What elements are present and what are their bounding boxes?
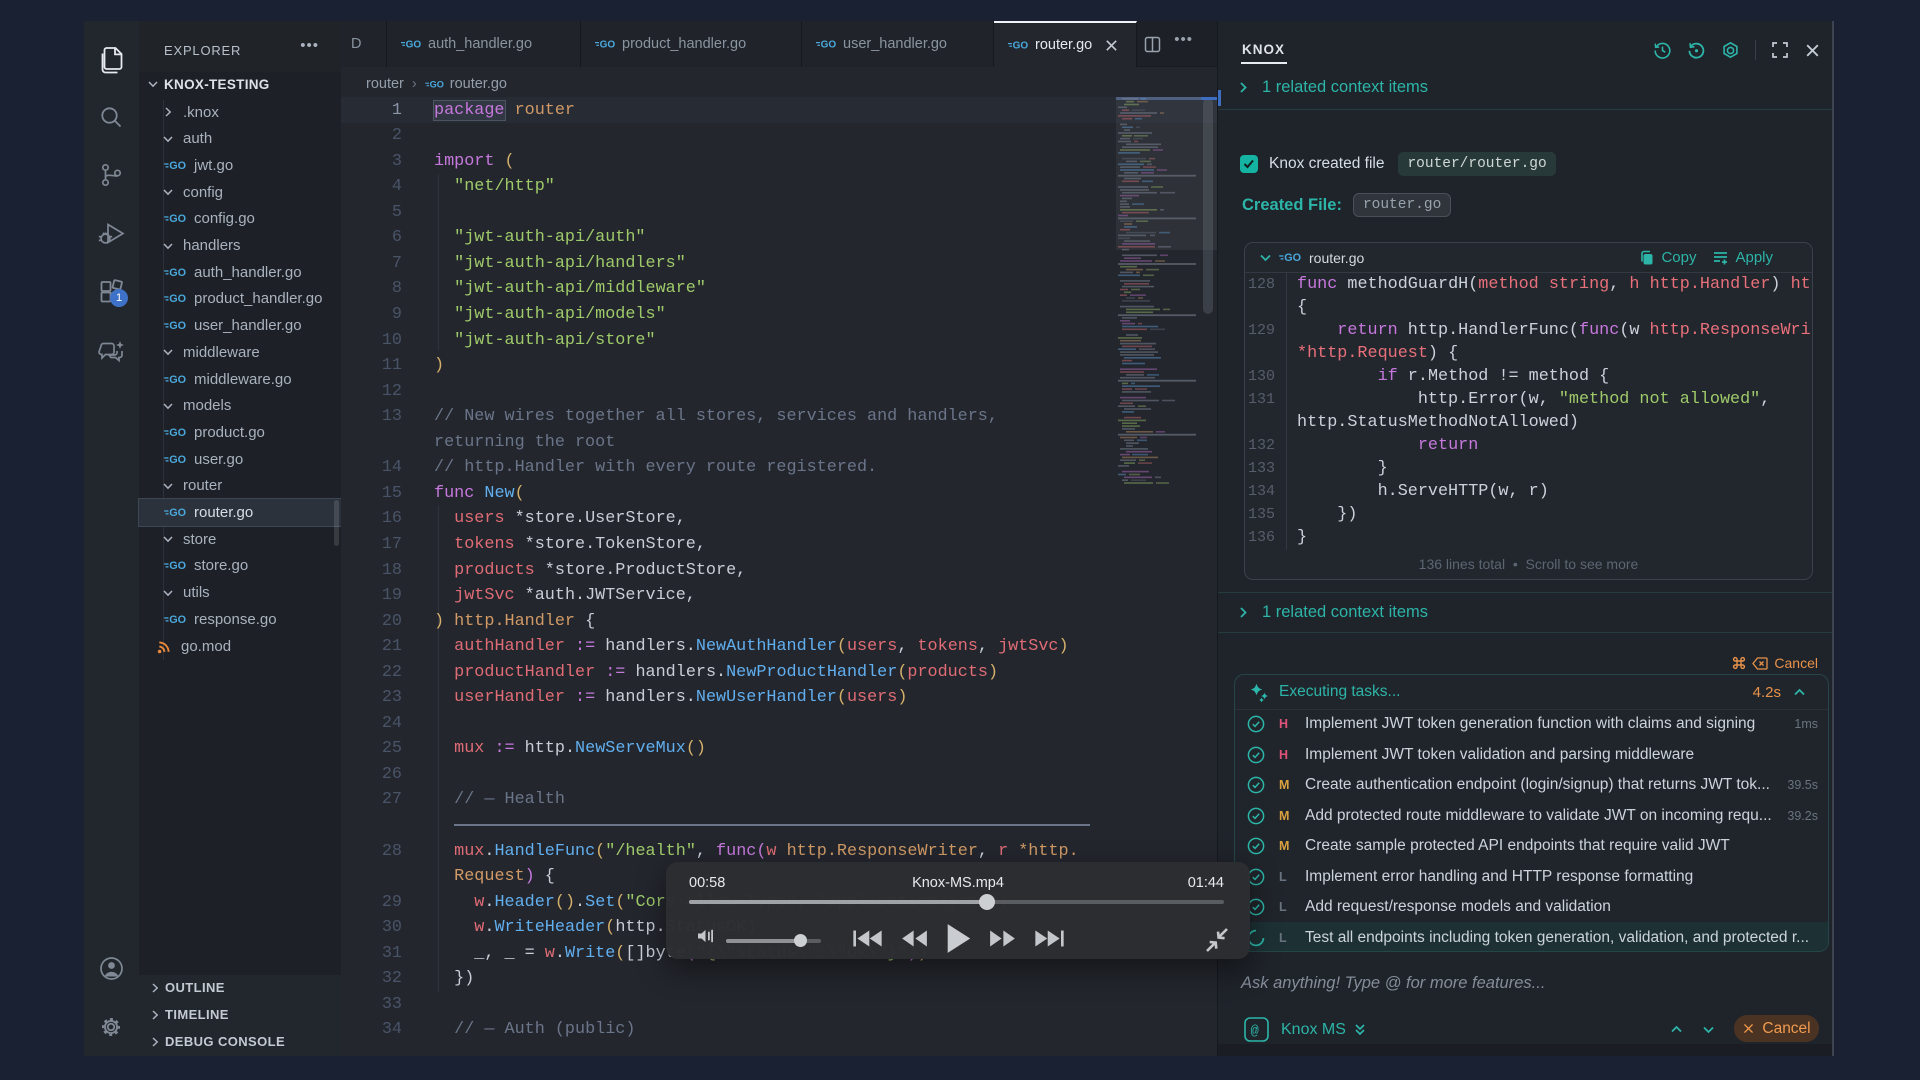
svg-text:GO: GO bbox=[169, 614, 186, 626]
svg-text:GO: GO bbox=[169, 427, 186, 439]
svg-text:GO: GO bbox=[169, 267, 186, 279]
svg-text:GO: GO bbox=[169, 374, 186, 386]
svg-text:GO: GO bbox=[169, 213, 186, 225]
svg-text:GO: GO bbox=[169, 507, 186, 519]
svg-text:GO: GO bbox=[821, 39, 836, 50]
svg-text:GO: GO bbox=[169, 454, 186, 466]
svg-text:GO: GO bbox=[406, 39, 421, 50]
svg-text:GO: GO bbox=[169, 320, 186, 332]
svg-text:GO: GO bbox=[1284, 252, 1301, 264]
svg-text:GO: GO bbox=[429, 79, 443, 89]
svg-text:GO: GO bbox=[600, 39, 615, 50]
svg-text:GO: GO bbox=[169, 294, 186, 306]
svg-text:GO: GO bbox=[169, 160, 186, 172]
svg-text:@: @ bbox=[1251, 1024, 1259, 1039]
svg-text:GO: GO bbox=[169, 561, 186, 573]
svg-text:GO: GO bbox=[1013, 40, 1028, 51]
